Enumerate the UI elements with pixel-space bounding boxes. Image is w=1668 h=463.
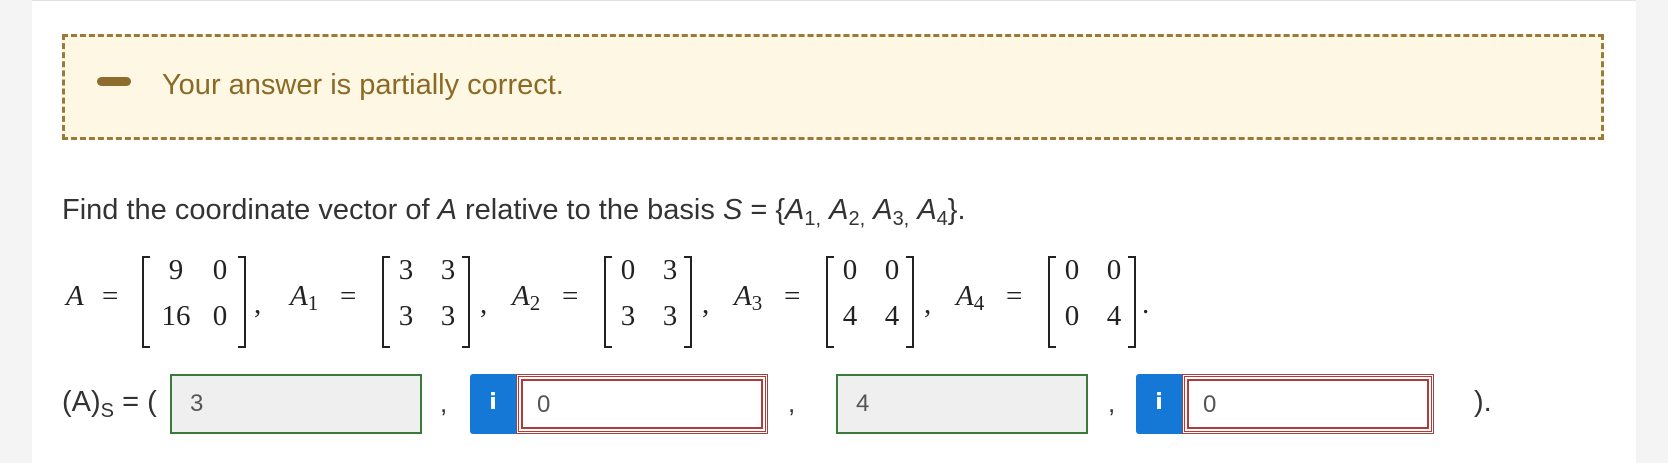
comma: , bbox=[702, 288, 710, 320]
basis-sub-4: 4 bbox=[936, 208, 948, 230]
separator: , bbox=[440, 388, 448, 418]
separator: , bbox=[1108, 388, 1116, 418]
matrix-cell: 0 bbox=[620, 254, 636, 286]
answer-field-3[interactable]: 4 bbox=[836, 374, 1088, 434]
basis-open: = { bbox=[742, 194, 786, 226]
answer-suffix: ). bbox=[1474, 386, 1492, 418]
matrix-cell: 3 bbox=[398, 254, 414, 286]
separator: , bbox=[788, 388, 796, 418]
matrix-cell: 4 bbox=[842, 300, 858, 332]
matrix-cell: 3 bbox=[440, 300, 456, 332]
equals-sign: = bbox=[340, 280, 357, 312]
matrix-cell: 0 bbox=[842, 254, 858, 286]
matrix-definitions: A = 9 0 16 0 , A1 = 3 3 3 3 , A2 = 0 3 3 bbox=[66, 254, 1246, 348]
answer-row: (A)S = ( 3 , i 0 , 4 , i 0 ). bbox=[62, 368, 1562, 438]
matrix-cell: 3 bbox=[440, 254, 456, 286]
info-button[interactable]: i bbox=[470, 374, 516, 434]
matrix-cell: 0 bbox=[884, 254, 900, 286]
matrix-label: A1 bbox=[290, 280, 319, 315]
basis-sub-1: 1, bbox=[804, 208, 822, 230]
matrix-cell: 0 bbox=[212, 254, 228, 286]
period: . bbox=[1142, 288, 1150, 320]
minus-icon bbox=[97, 77, 131, 86]
matrix-cell: 3 bbox=[662, 254, 678, 286]
matrix-cell: 3 bbox=[620, 300, 636, 332]
equals-sign: = bbox=[562, 280, 579, 312]
matrix-cell: 0 bbox=[1064, 300, 1080, 332]
answer-field-2[interactable]: 0 bbox=[516, 374, 768, 434]
question-var: A bbox=[437, 194, 457, 226]
matrix-a: 9 0 16 0 bbox=[142, 254, 246, 348]
answer-field-4[interactable]: 0 bbox=[1182, 374, 1434, 434]
matrix-a2: 0 3 3 3 bbox=[604, 254, 692, 348]
matrix-cell: 16 bbox=[161, 300, 191, 332]
matrix-cell: 0 bbox=[1064, 254, 1080, 286]
matrix-cell: 3 bbox=[398, 300, 414, 332]
matrix-cell: 4 bbox=[884, 300, 900, 332]
feedback-message: Your answer is partially correct. bbox=[162, 69, 564, 101]
basis-var: S bbox=[722, 194, 743, 226]
basis-element-3: A bbox=[873, 194, 893, 226]
comma: , bbox=[480, 288, 488, 320]
question-middle: relative to the basis bbox=[456, 194, 723, 226]
matrix-cell: 0 bbox=[212, 300, 228, 332]
feedback-banner: Your answer is partially correct. bbox=[62, 34, 1604, 140]
matrix-a3: 0 0 4 4 bbox=[826, 254, 914, 348]
answer-field-1[interactable]: 3 bbox=[170, 374, 422, 434]
question-text: Find the coordinate vector of A relative… bbox=[62, 194, 966, 231]
matrix-cell: 9 bbox=[168, 254, 184, 286]
basis-close: }. bbox=[947, 194, 966, 226]
matrix-label: A4 bbox=[956, 280, 985, 315]
basis-sub-3: 3, bbox=[892, 208, 910, 230]
matrix-label: A3 bbox=[734, 280, 763, 315]
info-button[interactable]: i bbox=[1136, 374, 1182, 434]
comma: , bbox=[254, 288, 262, 320]
answer-prefix: (A)S = ( bbox=[62, 386, 157, 422]
basis-element-2: A bbox=[829, 194, 849, 226]
matrix-label: A2 bbox=[512, 280, 541, 315]
matrix-cell: 0 bbox=[1106, 254, 1122, 286]
basis-sub-2: 2, bbox=[848, 208, 866, 230]
basis-element-1: A bbox=[785, 194, 805, 226]
equals-sign: = bbox=[102, 280, 119, 312]
matrix-label: A bbox=[66, 280, 84, 312]
equals-sign: = bbox=[1006, 280, 1023, 312]
matrix-a1: 3 3 3 3 bbox=[382, 254, 470, 348]
matrix-cell: 3 bbox=[662, 300, 678, 332]
basis-element-4: A bbox=[917, 194, 937, 226]
question-prefix: Find the coordinate vector of bbox=[62, 194, 438, 226]
comma: , bbox=[924, 288, 932, 320]
equals-sign: = bbox=[784, 280, 801, 312]
matrix-cell: 4 bbox=[1106, 300, 1122, 332]
matrix-a4: 0 0 0 4 bbox=[1048, 254, 1136, 348]
